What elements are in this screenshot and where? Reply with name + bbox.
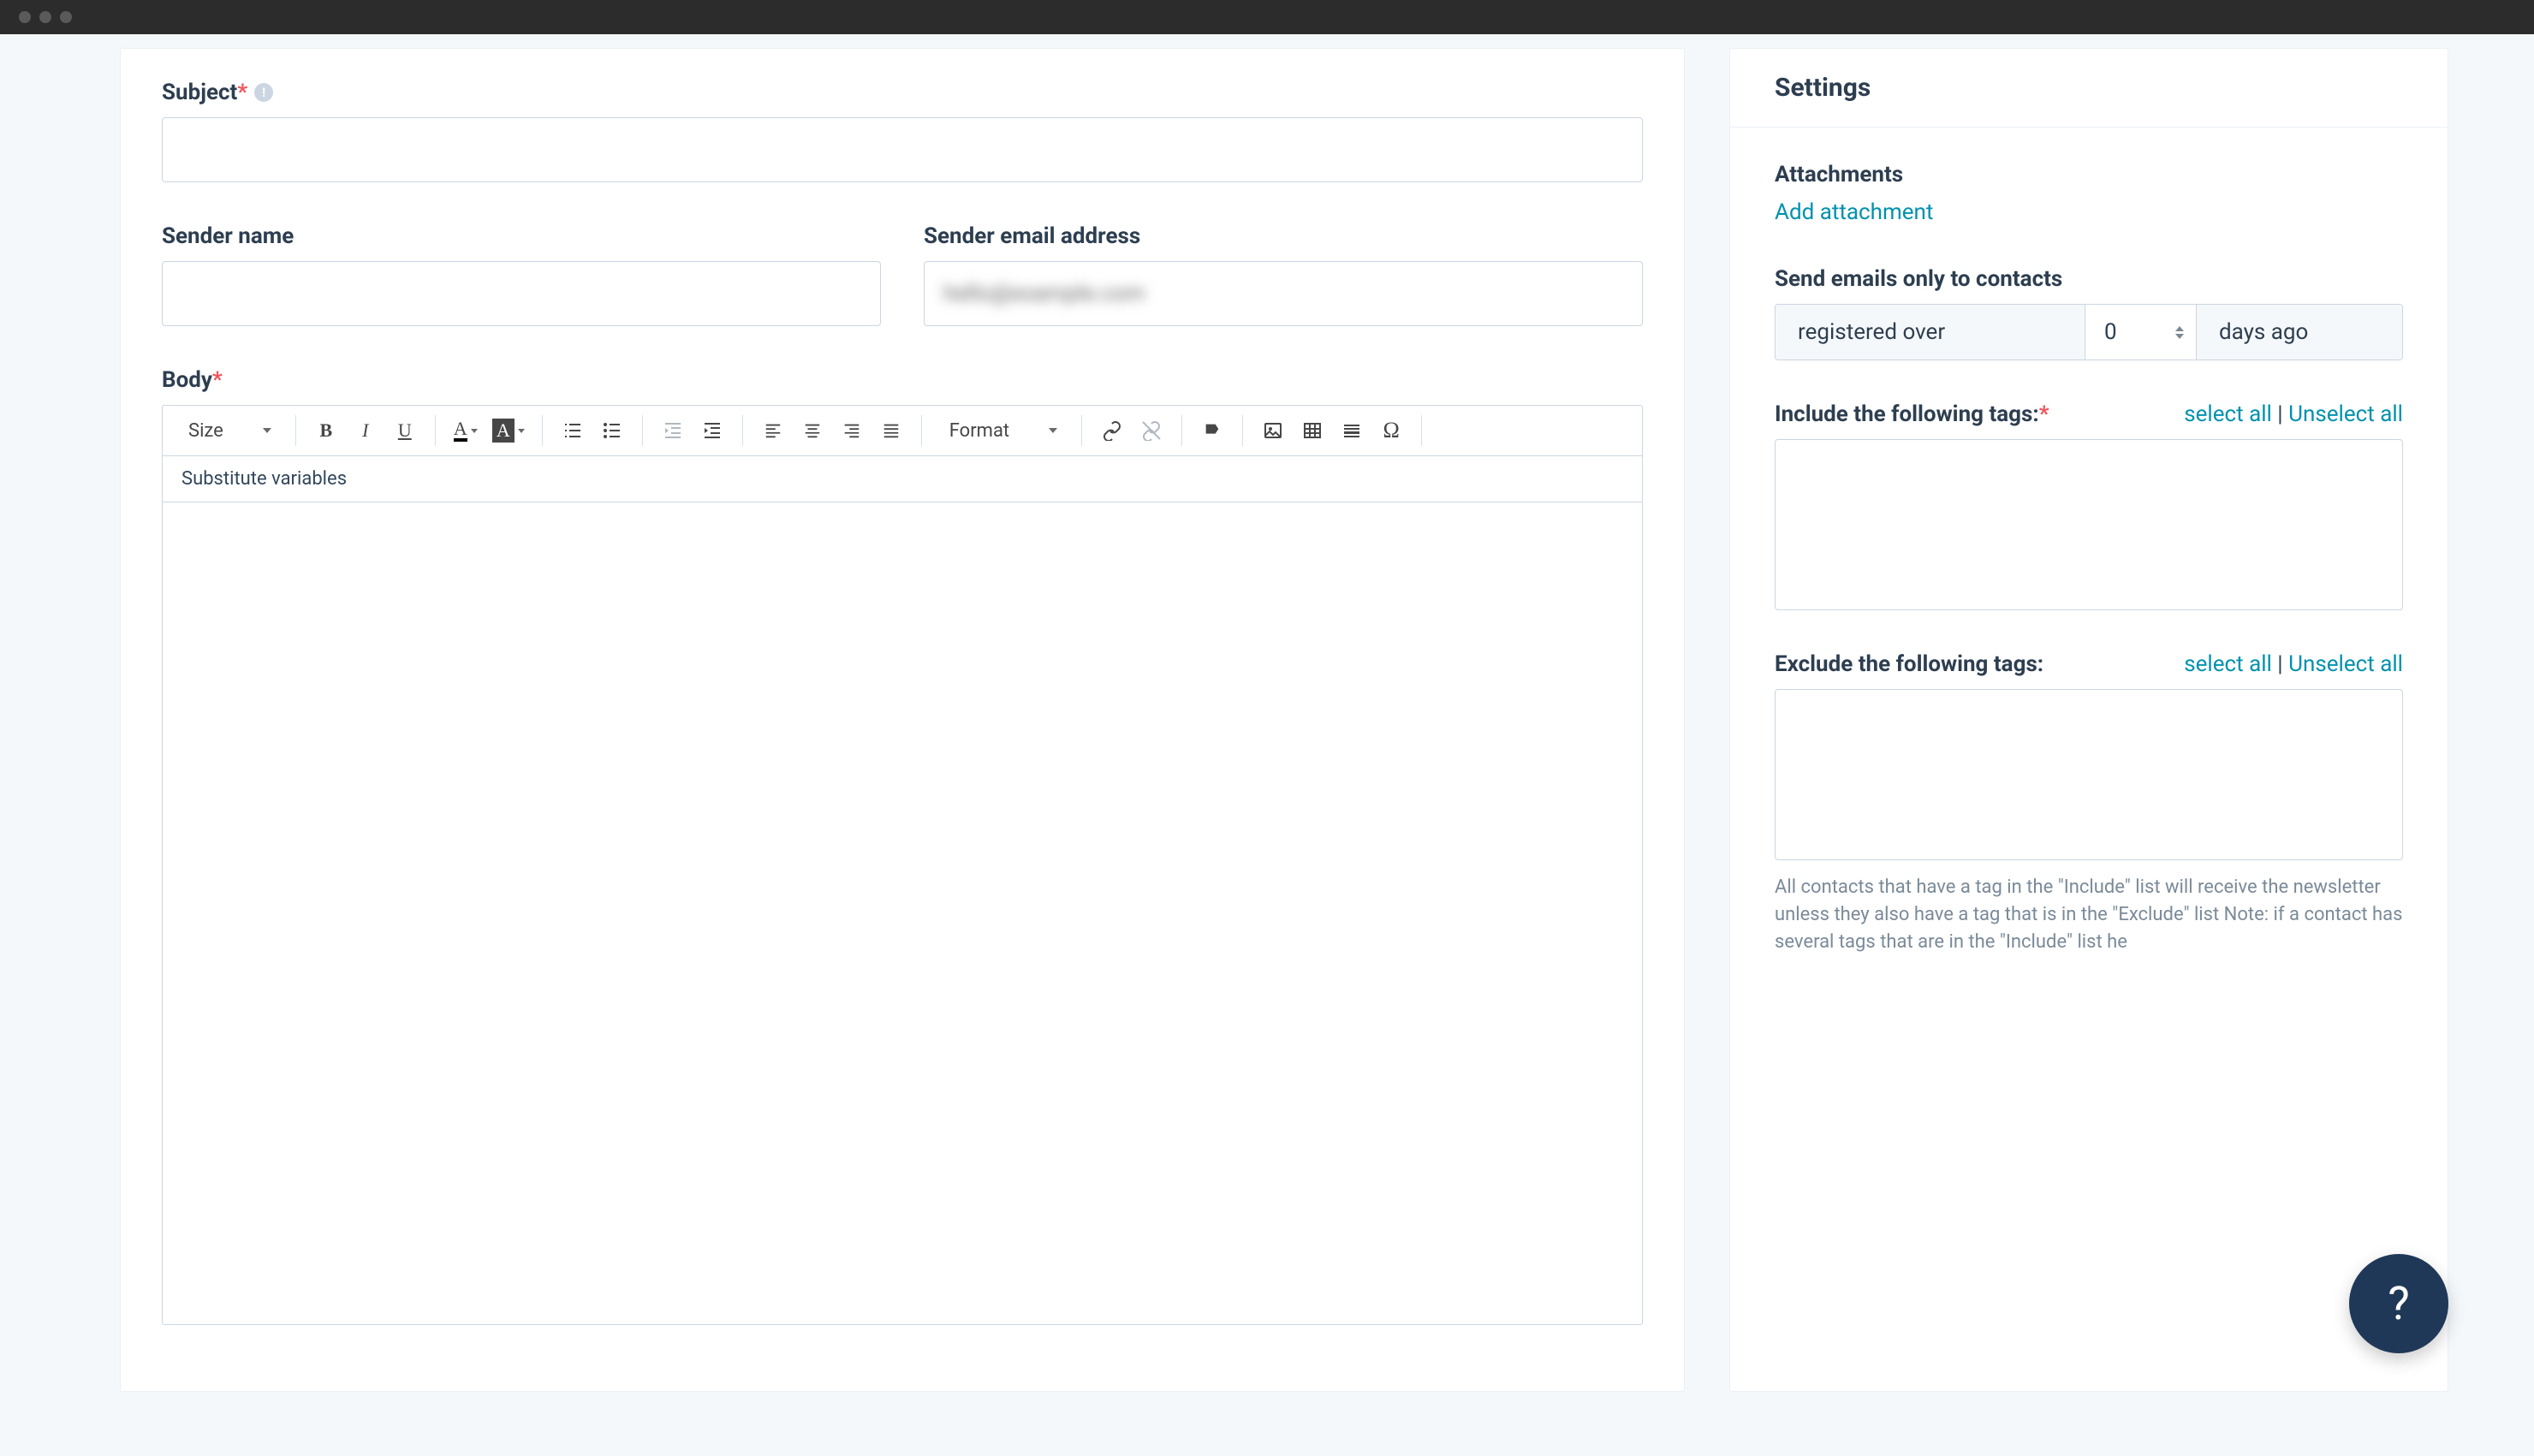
add-attachment-link[interactable]: Add attachment: [1775, 199, 1933, 225]
attachments-label: Attachments: [1775, 162, 2403, 187]
filter-days-input[interactable]: 0: [2085, 305, 2197, 360]
text-color-button[interactable]: A: [448, 413, 484, 449]
subject-label: Subject* !: [162, 80, 1643, 105]
unlink-button[interactable]: [1133, 413, 1169, 449]
italic-button[interactable]: I: [348, 413, 384, 449]
window-titlebar: [0, 0, 2534, 34]
close-window-icon[interactable]: [19, 11, 31, 23]
settings-panel: Settings Attachments Add attachment Send…: [1729, 48, 2448, 1392]
include-tags-label: Include the following tags:*: [1775, 401, 2049, 427]
send-only-label: Send emails only to contacts: [1775, 266, 2403, 292]
format-select[interactable]: Format: [934, 413, 1069, 449]
sender-name-input[interactable]: [162, 261, 881, 326]
exclude-tags-label: Exclude the following tags:: [1775, 651, 2043, 677]
include-select-all-link[interactable]: select all: [2184, 401, 2272, 427]
exclude-select-all-link[interactable]: select all: [2184, 651, 2272, 677]
sender-name-label: Sender name: [162, 223, 881, 249]
rich-text-editor: Size B I U A A: [162, 405, 1643, 1325]
exclude-unselect-all-link[interactable]: Unselect all: [2288, 651, 2403, 677]
help-fab-button[interactable]: ?: [2349, 1254, 2448, 1353]
underline-button[interactable]: U: [387, 413, 423, 449]
include-unselect-all-link[interactable]: Unselect all: [2288, 401, 2403, 427]
substitute-variables-button[interactable]: Substitute variables: [163, 456, 1642, 502]
sender-email-input[interactable]: hello@example.com: [924, 261, 1643, 326]
sender-email-label: Sender email address: [924, 223, 1643, 249]
unordered-list-button[interactable]: [594, 413, 630, 449]
info-icon[interactable]: !: [254, 83, 273, 102]
filter-condition-select[interactable]: registered over: [1776, 305, 2085, 360]
bold-button[interactable]: B: [308, 413, 344, 449]
font-size-select[interactable]: Size: [173, 413, 283, 449]
align-left-button[interactable]: [755, 413, 791, 449]
align-center-button[interactable]: [794, 413, 830, 449]
body-label: Body*: [162, 367, 1643, 393]
body-editor-area[interactable]: [163, 502, 1642, 1324]
settings-title: Settings: [1775, 73, 2403, 103]
tags-note: All contacts that have a tag in the "Inc…: [1775, 874, 2403, 956]
contact-filter: registered over 0 days ago: [1775, 304, 2403, 360]
indent-button[interactable]: [694, 413, 730, 449]
question-mark-icon: ?: [2388, 1277, 2410, 1331]
table-button[interactable]: [1294, 413, 1330, 449]
link-button[interactable]: [1094, 413, 1130, 449]
filter-suffix: days ago: [2197, 305, 2402, 360]
horizontal-rule-button[interactable]: [1334, 413, 1370, 449]
outdent-button[interactable]: [655, 413, 691, 449]
background-color-button[interactable]: A: [487, 413, 530, 449]
subject-input[interactable]: [162, 117, 1643, 182]
align-right-button[interactable]: [834, 413, 870, 449]
special-char-button[interactable]: Ω: [1373, 413, 1409, 449]
minimize-window-icon[interactable]: [39, 11, 51, 23]
number-stepper-icon[interactable]: [2175, 326, 2184, 339]
align-justify-button[interactable]: [873, 413, 909, 449]
ordered-list-button[interactable]: [555, 413, 591, 449]
compose-panel: Subject* ! Sender name Sender email addr…: [120, 48, 1685, 1392]
exclude-tags-box[interactable]: [1775, 689, 2403, 860]
image-button[interactable]: [1255, 413, 1291, 449]
editor-toolbar: Size B I U A A: [163, 406, 1642, 456]
include-tags-box[interactable]: [1775, 439, 2403, 610]
anchor-button[interactable]: [1194, 413, 1230, 449]
maximize-window-icon[interactable]: [60, 11, 72, 23]
